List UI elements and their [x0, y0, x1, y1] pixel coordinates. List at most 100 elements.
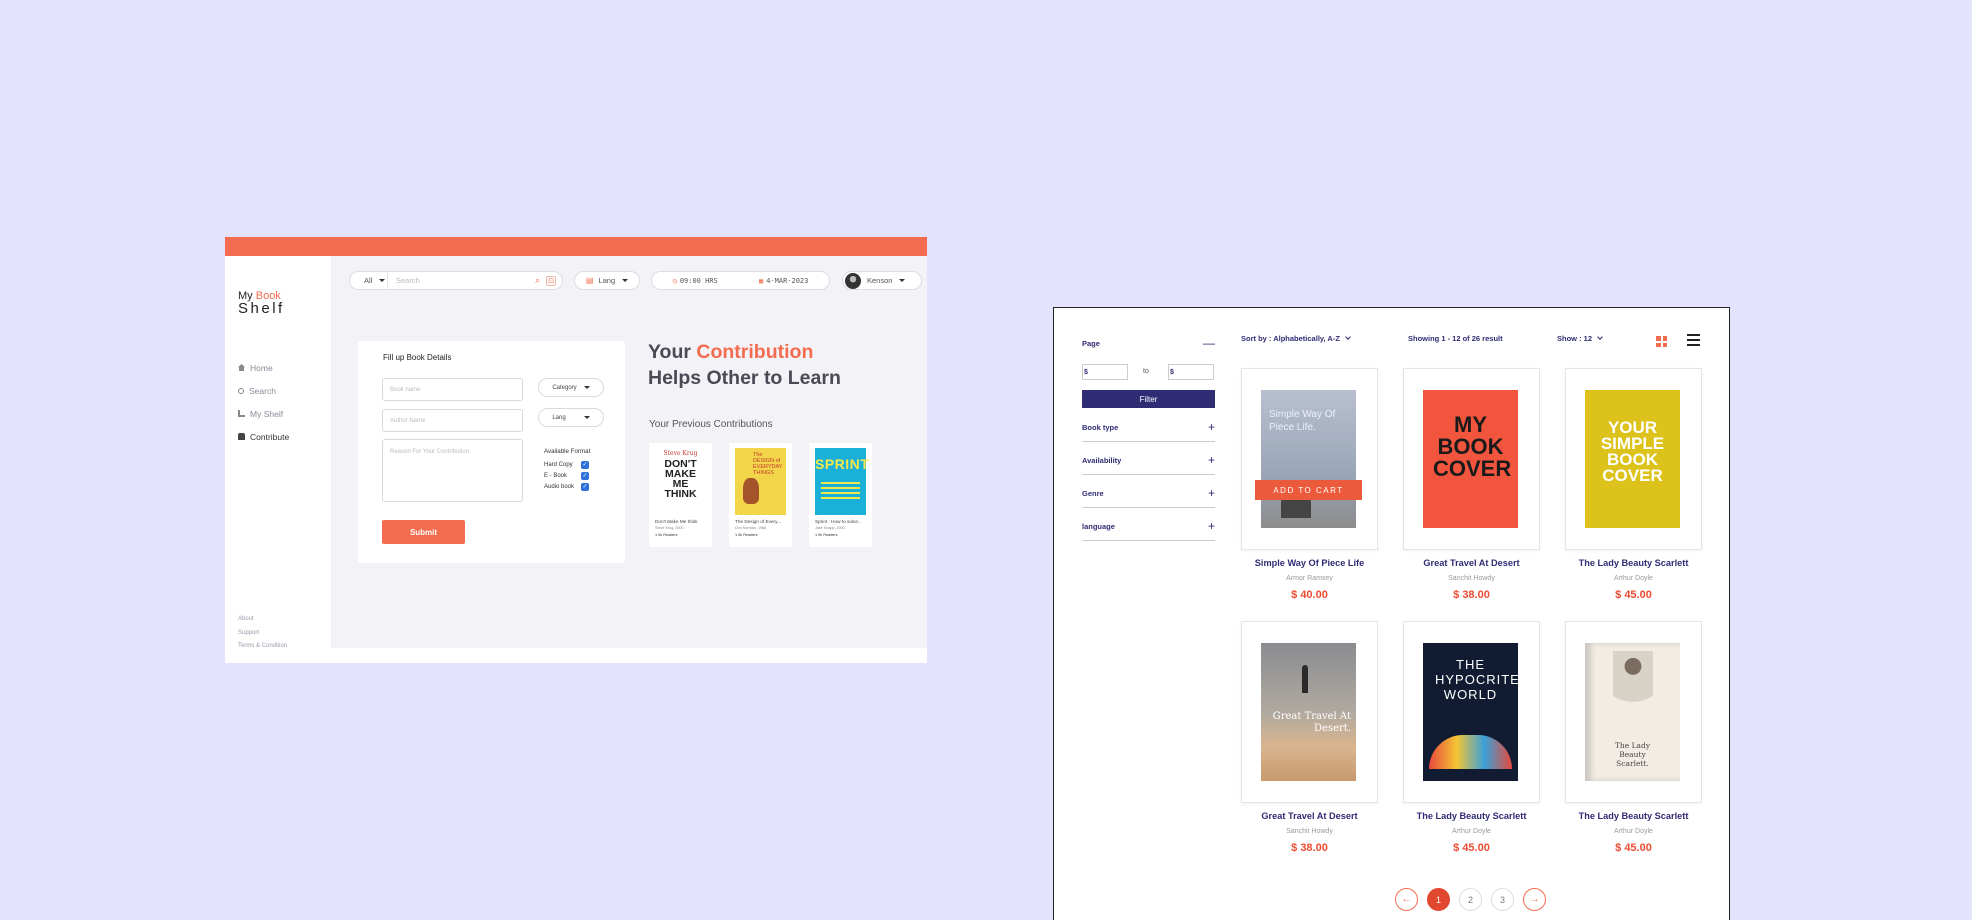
page-button[interactable]: 3 — [1491, 888, 1514, 911]
divider — [1082, 507, 1215, 508]
available-formats: Available Format Hard Copy ✓ E - Book ✓ Au… — [544, 448, 590, 492]
format-hard-copy[interactable]: Hard Copy ✓ — [544, 459, 589, 470]
format-audio-book[interactable]: Audio book ✓ — [544, 481, 589, 492]
divider — [1082, 441, 1215, 442]
time-display: ◷ 09:00 HRS — [673, 277, 718, 285]
next-page-button[interactable]: → — [1523, 888, 1546, 911]
form-lang-label: Lang — [552, 414, 566, 421]
checkbox-checked-icon[interactable]: ✓ — [581, 482, 589, 491]
search-filter-select[interactable]: All — [350, 272, 388, 289]
sidebar-item-home[interactable]: Home — [238, 356, 289, 379]
app-logo[interactable]: My Book Shelf — [238, 290, 285, 316]
product-card[interactable]: THE HYPOCRITE WORLD — [1403, 621, 1540, 803]
previous-contributions-title: Your Previous Contributions — [649, 419, 773, 430]
product-info: The Lady Beauty Scarlett Arthur Doyle $ … — [1403, 811, 1540, 854]
user-menu[interactable]: Kenson — [842, 271, 922, 290]
plus-icon[interactable]: + — [1208, 519, 1215, 533]
product-title[interactable]: Simple Way Of Piece Life — [1241, 558, 1378, 568]
sidebar-item-search[interactable]: Search — [238, 379, 289, 402]
product-card[interactable]: YOUR SIMPLE BOOK COVER — [1565, 368, 1702, 550]
form-lang-select[interactable]: Lang — [538, 408, 604, 427]
filter-label: Genre — [1082, 489, 1104, 498]
price-max-input[interactable]: $ — [1168, 364, 1214, 380]
book-cover: Simple Way Of Piece Life. — [1261, 390, 1356, 528]
category-select[interactable]: Category — [538, 378, 604, 397]
user-name: Kenson — [867, 276, 893, 285]
price-min-input[interactable]: $ — [1082, 364, 1128, 380]
sidebar-nav: Home Search My Shelf Contribute — [238, 356, 289, 448]
format-ebook[interactable]: E - Book ✓ — [544, 470, 589, 481]
divider — [1082, 540, 1215, 541]
terms-link[interactable]: Terms & Condition — [238, 640, 287, 654]
date-text: 4-MAR-2023 — [766, 276, 809, 285]
price-to-label: to — [1143, 368, 1149, 375]
book-cover: THE HYPOCRITE WORLD — [1423, 643, 1518, 781]
reason-textarea[interactable]: Reason For Your Contribution — [382, 439, 523, 502]
search-icon[interactable]: ⌕ — [535, 275, 540, 286]
product-info: Great Travel At Desert Sanchit Howdy $ 3… — [1403, 558, 1540, 601]
sidebar-item-contribute[interactable]: Contribute — [238, 425, 289, 448]
page-button[interactable]: 1 — [1427, 888, 1450, 911]
cover-title: THE HYPOCRITE WORLD — [1435, 657, 1518, 702]
list-view-icon[interactable] — [1687, 334, 1700, 346]
filter-button[interactable]: Filter — [1082, 390, 1215, 408]
cover-title: Great Travel At Desert. — [1272, 711, 1351, 734]
minus-icon[interactable]: — — [1203, 336, 1215, 350]
search-input[interactable]: Search — [388, 276, 535, 285]
language-select-label: Lang — [598, 276, 616, 285]
product-title[interactable]: Great Travel At Desert — [1241, 811, 1378, 821]
product-price: $ 45.00 — [1615, 589, 1652, 601]
headline-contribution: Contribution — [696, 341, 814, 363]
grid-view-icon[interactable] — [1656, 336, 1667, 347]
product-title[interactable]: The Lady Beauty Scarlett — [1403, 811, 1540, 821]
plus-icon[interactable]: + — [1208, 486, 1215, 500]
cover-title: The DESIGN of EVERYDAY THINGS — [753, 452, 783, 476]
product-card[interactable]: Simple Way Of Piece Life. ADD TO CART — [1241, 368, 1378, 550]
clock-icon: ◷ — [672, 276, 677, 285]
plus-icon[interactable]: + — [1208, 453, 1215, 467]
product-info: The Lady Beauty Scarlett Arthur Doyle $ … — [1565, 558, 1702, 601]
book-cover: Steve Krug DON'T MAKE ME THINK — [655, 448, 706, 515]
sort-select[interactable]: Sort by : Alphabetically, A-Z — [1241, 334, 1351, 343]
calendar-icon: ▦ — [759, 276, 764, 285]
teapot-illustration — [743, 478, 759, 504]
scan-icon[interactable]: ⊡ — [546, 275, 556, 286]
book-author: Jake Knapp, 2000 — [815, 526, 845, 530]
top-accent-bar — [225, 237, 927, 256]
page-button[interactable]: 2 — [1459, 888, 1482, 911]
product-title[interactable]: The Lady Beauty Scarlett — [1565, 558, 1702, 568]
checkbox-checked-icon[interactable]: ✓ — [581, 460, 589, 469]
prev-page-button[interactable]: ← — [1395, 888, 1418, 911]
bottom-bar — [331, 648, 927, 663]
plus-icon[interactable]: + — [1208, 420, 1215, 434]
home-icon — [238, 364, 245, 371]
contribution-card[interactable]: The DESIGN of EVERYDAY THINGS The Design… — [729, 443, 792, 547]
contribute-icon — [238, 433, 245, 440]
support-link[interactable]: Support — [238, 627, 287, 641]
product-card[interactable]: The Lady Beauty Scarlett. — [1565, 621, 1702, 803]
product-title[interactable]: Great Travel At Desert — [1403, 558, 1540, 568]
filter-label: Page — [1082, 339, 1100, 348]
filter-label: language — [1082, 522, 1115, 531]
book-title: Don't Make Me think — [655, 519, 698, 524]
product-title[interactable]: The Lady Beauty Scarlett — [1565, 811, 1702, 821]
sidebar-item-label: Contribute — [250, 431, 290, 442]
checkbox-checked-icon[interactable]: ✓ — [581, 471, 589, 480]
language-select[interactable]: ▤ Lang — [574, 271, 640, 290]
form-title: Fill up Book Details — [383, 353, 452, 362]
product-card[interactable]: Great Travel At Desert. — [1241, 621, 1378, 803]
about-link[interactable]: About — [238, 613, 287, 627]
book-name-field[interactable]: Book name — [382, 378, 523, 401]
format-label: Hard Copy — [544, 461, 573, 468]
add-to-cart-button[interactable]: ADD TO CART — [1255, 480, 1362, 500]
readers-count: 1.9k Readers — [735, 533, 758, 537]
author-name-field[interactable]: Author Name — [382, 409, 523, 432]
sidebar-item-my-shelf[interactable]: My Shelf — [238, 402, 289, 425]
cover-title: MY BOOK COVER — [1433, 412, 1512, 481]
contribution-card[interactable]: Steve Krug DON'T MAKE ME THINK Don't Mak… — [649, 443, 712, 547]
product-author: Armor Ramsey — [1286, 575, 1333, 582]
show-count-select[interactable]: Show : 12 — [1557, 334, 1603, 343]
submit-button[interactable]: Submit — [382, 520, 465, 544]
product-card[interactable]: MY BOOK COVER — [1403, 368, 1540, 550]
contribution-card[interactable]: SPRINT Sprint : How to solve... Jake Kna… — [809, 443, 872, 547]
